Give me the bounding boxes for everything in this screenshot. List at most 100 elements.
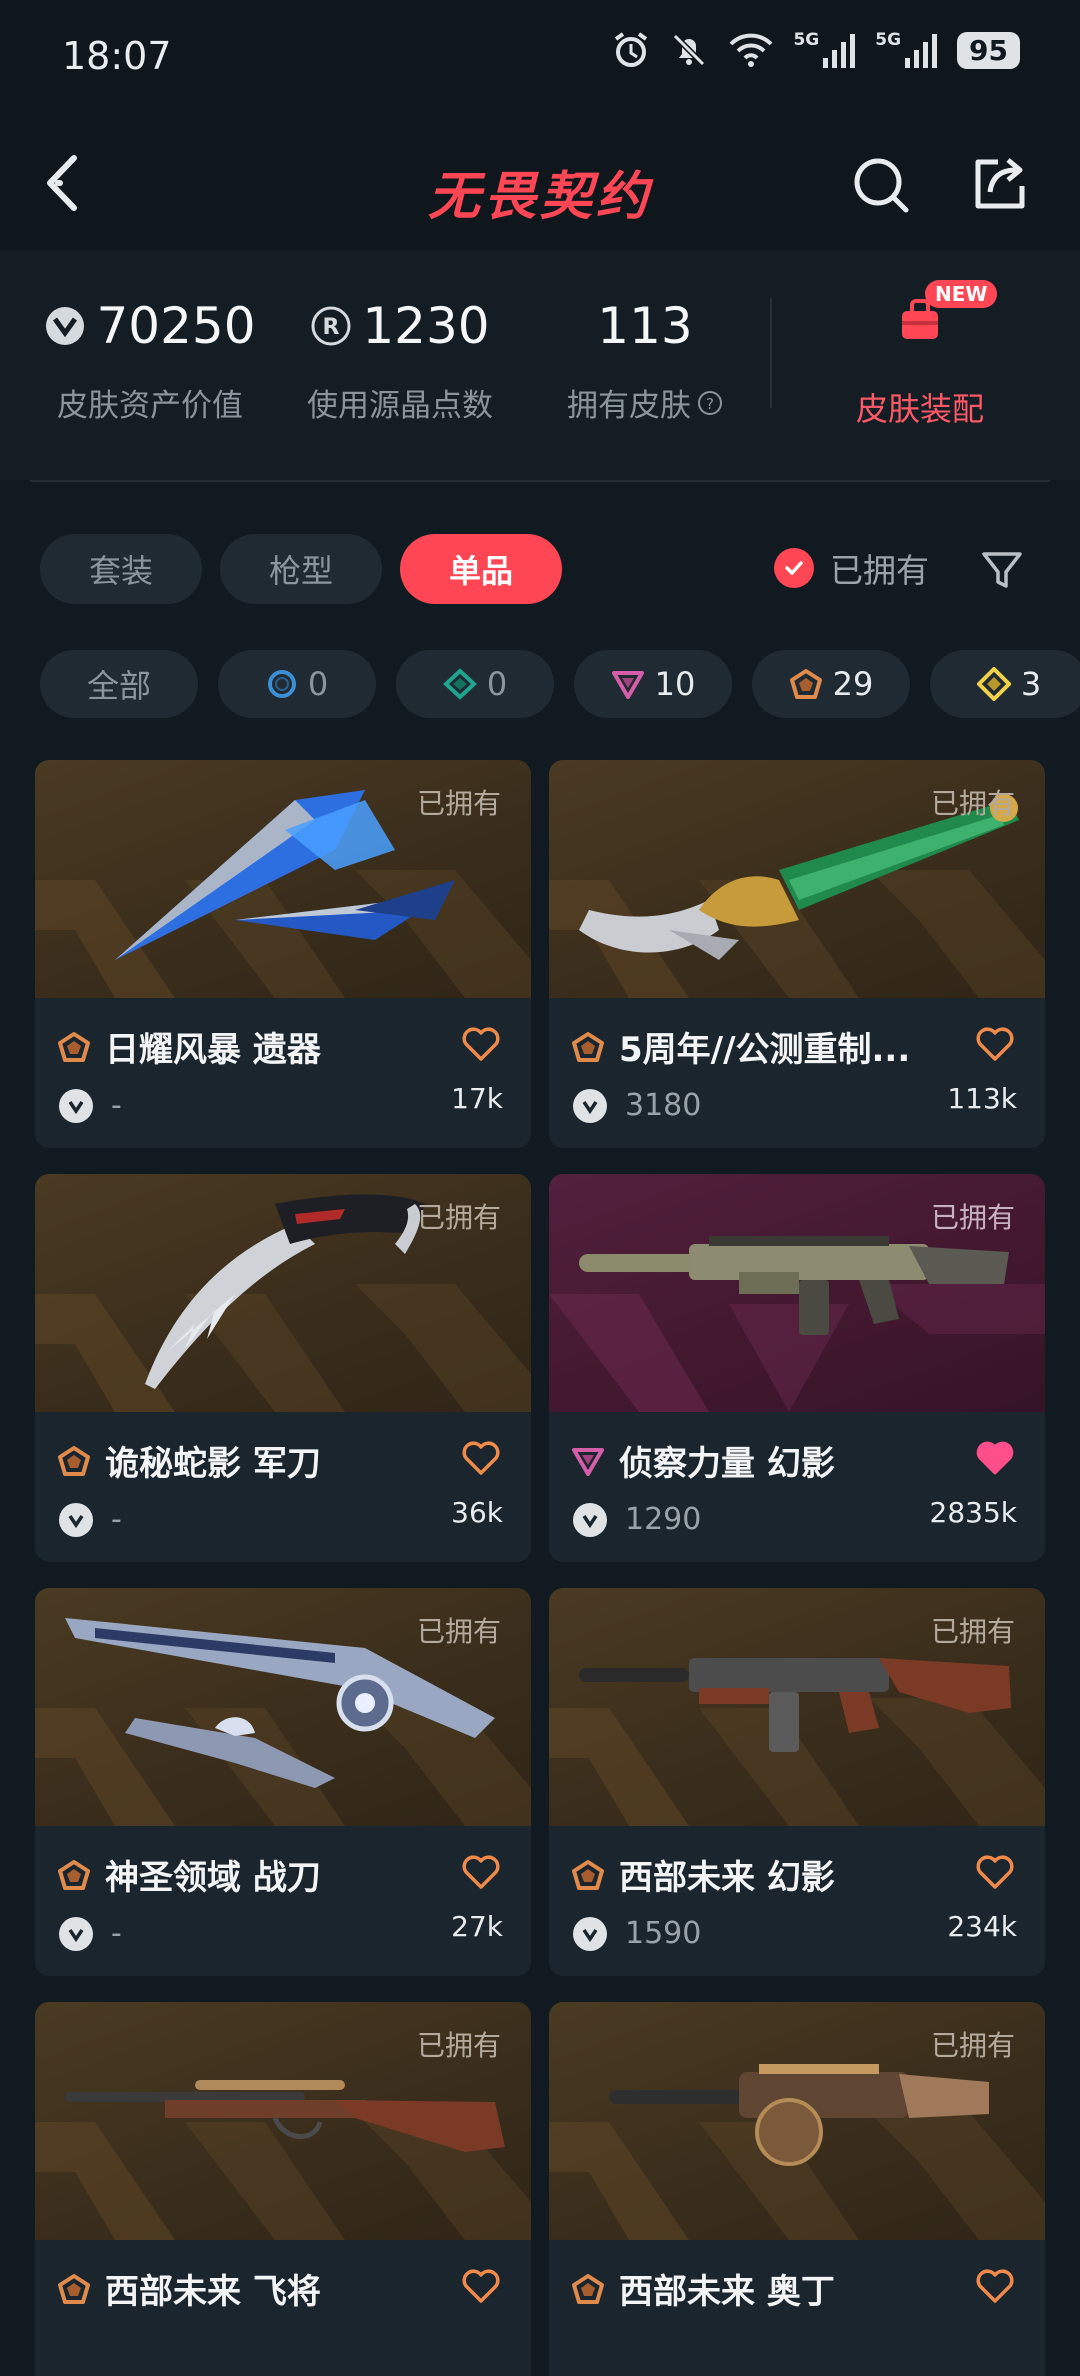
premium-tier-icon (58, 1031, 90, 1062)
category-tabs: 套装 枪型 单品 (40, 534, 562, 604)
like-count: 2835k (929, 1496, 1017, 1529)
share-button[interactable] (968, 152, 1032, 216)
stats-divider (770, 298, 772, 408)
stat-radianite: R 1230 使用源晶点数 (290, 290, 510, 425)
skin-image: 已拥有 (35, 1174, 531, 1412)
search-button[interactable] (850, 154, 912, 216)
skin-name: 西部未来 幻影 (619, 1858, 835, 1898)
ultra-tier-icon (976, 667, 1011, 701)
stats-panel: 70250 皮肤资产价值 R 1230 使用源晶点数 113 拥有皮肤 ? NE… (0, 250, 1080, 480)
like-count: 234k (947, 1910, 1017, 1943)
skin-loadout-label: 皮肤装配 (855, 390, 984, 428)
skin-image: 已拥有 (549, 2002, 1045, 2240)
skin-card[interactable]: 已拥有 侦察力量 幻影 1290 2835k (549, 1174, 1045, 1562)
chip-ultra-tier[interactable]: 3 (930, 650, 1080, 718)
chip-exclusive-tier[interactable]: 10 (574, 650, 732, 718)
skin-card[interactable]: 已拥有 西部未来 飞将 (35, 2002, 531, 2376)
skin-card[interactable]: 已拥有 日耀风暴 遗器 - 17k (35, 760, 531, 1148)
chip-ultra-count: 3 (1020, 665, 1042, 703)
premium-tier-icon (58, 1859, 90, 1890)
like-count: 17k (451, 1082, 503, 1115)
owned-label: 拥有皮肤 (567, 388, 691, 424)
heart-outline-icon[interactable] (461, 1440, 501, 1476)
network-type-2: 5G (875, 30, 902, 50)
premium-tier-icon (572, 1031, 604, 1062)
chip-deluxe-tier[interactable]: 0 (396, 650, 554, 718)
heart-filled-icon[interactable] (975, 1440, 1015, 1476)
skin-card[interactable]: 已拥有 西部未来 奥丁 (549, 2002, 1045, 2376)
premium-tier-icon (789, 669, 822, 699)
valorant-points-icon (46, 307, 85, 345)
skin-name: 诡秘蛇影 军刀 (105, 1444, 321, 1484)
like-count: 27k (451, 1910, 503, 1943)
skin-price: 1290 (625, 1502, 702, 1537)
chip-premium-tier[interactable]: 29 (752, 650, 910, 718)
skin-name: 西部未来 奥丁 (619, 2272, 835, 2312)
heart-outline-icon[interactable] (461, 2268, 501, 2304)
asset-value-label: 皮肤资产价值 (57, 388, 243, 424)
owned-tag: 已拥有 (416, 1615, 501, 1648)
premium-tier-icon (572, 1859, 604, 1890)
heart-outline-icon[interactable] (461, 1026, 501, 1062)
owned-tag: 已拥有 (930, 2029, 1015, 2062)
owned-count: 113 (597, 297, 693, 355)
skin-card[interactable]: 已拥有 西部未来 幻影 1590 234k (549, 1588, 1045, 1976)
owned-tag: 已拥有 (416, 2029, 501, 2062)
signal-icon (823, 34, 856, 68)
chip-select-tier[interactable]: 0 (218, 650, 376, 718)
radianite-value: 1230 (362, 297, 490, 355)
chip-select-count: 0 (307, 665, 329, 703)
skin-image: 已拥有 (549, 1174, 1045, 1412)
tab-weapon-type[interactable]: 枪型 (220, 534, 382, 604)
app-header: 无畏契约 (0, 116, 1080, 250)
skin-image: 已拥有 (35, 760, 531, 998)
heart-outline-icon[interactable] (461, 1854, 501, 1890)
skin-card[interactable]: 已拥有 诡秘蛇影 军刀 - 36k (35, 1174, 531, 1562)
heart-outline-icon[interactable] (975, 1026, 1015, 1062)
premium-tier-icon (58, 2273, 90, 2304)
skin-price: - (111, 1916, 122, 1951)
chip-all[interactable]: 全部 (40, 650, 198, 718)
app-title: 无畏契约 (427, 167, 652, 227)
exclusive-tier-icon (611, 671, 644, 699)
radianite-label: 使用源晶点数 (307, 388, 493, 424)
skin-card[interactable]: 已拥有 神圣领域 战刀 - 27k (35, 1588, 531, 1976)
like-count: 36k (451, 1496, 503, 1529)
network-type-1: 5G (793, 30, 820, 50)
skin-name: 日耀风暴 遗器 (105, 1030, 321, 1070)
premium-tier-icon (58, 1445, 90, 1476)
tab-single-items[interactable]: 单品 (400, 534, 562, 604)
status-icons: 5G 5G 95 (611, 30, 1020, 70)
skin-price: 1590 (625, 1916, 702, 1951)
valorant-points-icon (573, 1088, 607, 1123)
owned-tag: 已拥有 (416, 787, 501, 820)
premium-tier-icon (572, 2273, 604, 2304)
chip-premium-count: 29 (832, 665, 874, 703)
divider (30, 480, 1050, 482)
valorant-points-icon (59, 1916, 93, 1951)
tab-bundles[interactable]: 套装 (40, 534, 202, 604)
valorant-points-icon (59, 1502, 93, 1537)
stat-asset-value: 70250 皮肤资产价值 (40, 290, 260, 425)
help-icon[interactable]: ? (697, 390, 723, 416)
svg-text:?: ? (706, 395, 714, 413)
select-tier-icon (267, 670, 296, 698)
skin-price: - (111, 1502, 122, 1537)
valorant-points-icon (573, 1502, 607, 1537)
asset-value: 70250 (96, 297, 256, 355)
stat-owned: 113 拥有皮肤 ? (550, 290, 740, 425)
filter-icon[interactable] (980, 548, 1024, 592)
skin-card[interactable]: 已拥有 5周年//公测重制... 3180 113k (549, 760, 1045, 1148)
signal-icon (905, 34, 938, 68)
skin-name: 5周年//公测重制... (619, 1030, 911, 1070)
heart-outline-icon[interactable] (975, 1854, 1015, 1890)
heart-outline-icon[interactable] (975, 2268, 1015, 2304)
skin-loadout-button[interactable]: NEW 皮肤装配 (820, 280, 1020, 430)
skin-price: 3180 (625, 1088, 702, 1123)
skin-name: 西部未来 飞将 (105, 2272, 321, 2312)
rarity-filter-chips: 全部 0 0 10 29 3 (40, 650, 1080, 718)
skin-name: 侦察力量 幻影 (619, 1444, 835, 1484)
status-bar: 18:07 5G 5G 95 (0, 0, 1080, 116)
owned-filter-toggle[interactable]: 已拥有 (774, 544, 929, 592)
owned-tag: 已拥有 (930, 1201, 1015, 1234)
